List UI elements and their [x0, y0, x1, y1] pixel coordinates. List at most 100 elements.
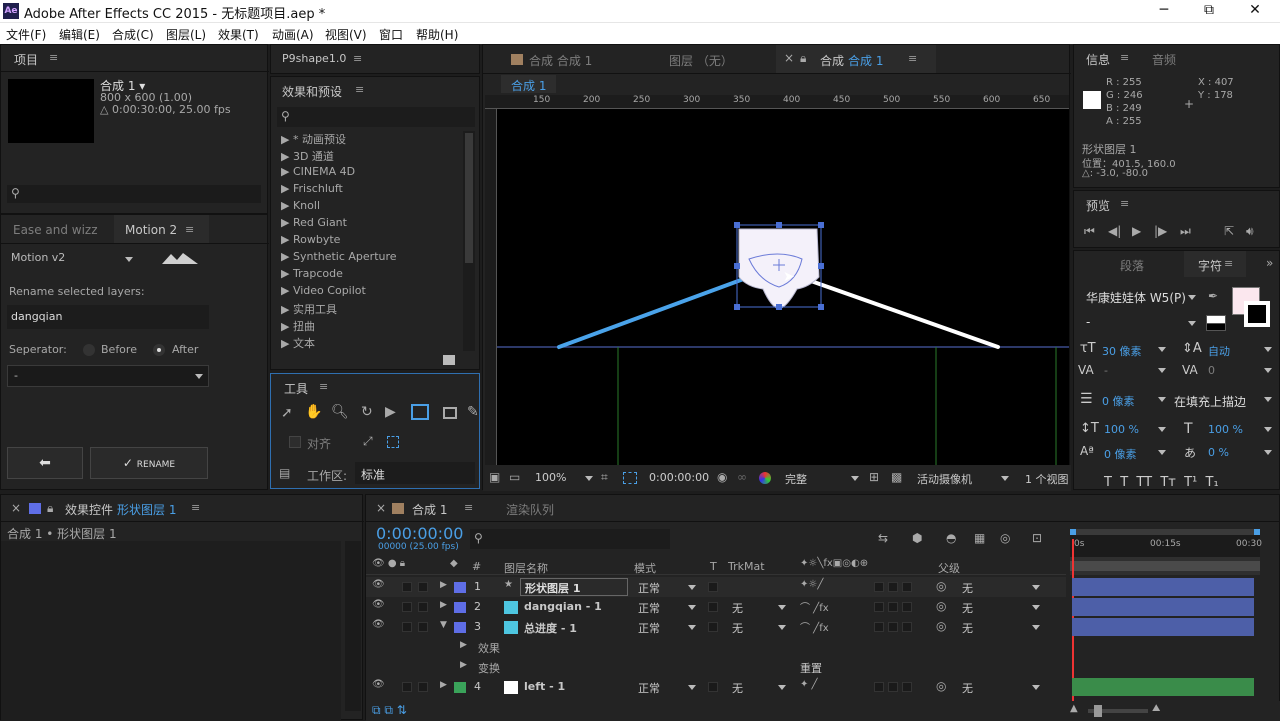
reset-link[interactable]: 重置 [800, 660, 822, 676]
tab-motion2[interactable]: Motion 2 [125, 223, 177, 237]
transform-handle[interactable] [818, 222, 824, 228]
effects-item[interactable]: ▶ * 动画预设 [281, 131, 346, 147]
table-row[interactable]: 👁︎ ▶ 4 left - 1 正常 无 ✦ ╱ ◎ 无 [366, 677, 1066, 697]
switches-icons[interactable]: ⌒ ╱fx [800, 599, 829, 614]
paragraph-tab[interactable]: 段落 [1120, 257, 1144, 274]
menu-icon[interactable]: ≡ [191, 501, 200, 514]
menu-icon[interactable]: ≡ [908, 52, 917, 65]
menu-icon[interactable]: ≡ [185, 223, 194, 236]
baseline-shift-value[interactable]: 0 像素 [1104, 446, 1137, 462]
layer-bar[interactable] [1072, 618, 1254, 636]
selection-tool-icon[interactable]: ➚ [281, 405, 293, 421]
switches-icons[interactable]: ✦ ╱ [800, 679, 818, 690]
close-button[interactable]: ✕ [1245, 2, 1265, 20]
zoom-level[interactable]: 100% [535, 471, 566, 484]
layer-bar[interactable] [1072, 578, 1254, 596]
transform-handle[interactable] [776, 222, 782, 228]
transform-group[interactable]: 变换 [478, 660, 500, 676]
current-timecode[interactable]: 0:00:00:00 [376, 524, 463, 543]
views-select[interactable]: 1 个视图 [1025, 471, 1069, 487]
transform-handle[interactable] [734, 304, 740, 310]
pickwhip-icon[interactable]: ◎ [936, 679, 946, 693]
timeline-search-input[interactable] [470, 529, 670, 549]
draft-3d-icon[interactable]: ⬢ [912, 531, 922, 545]
monitor-icon[interactable]: ▭ [509, 470, 520, 484]
menu-edit[interactable]: 编辑(E) [59, 26, 100, 43]
rename-button[interactable]: ✓ RENAME [90, 447, 208, 479]
expand-arrow-icon[interactable]: ▶ [440, 680, 447, 690]
snap-edge-icon[interactable]: ⤢ [363, 434, 373, 449]
close-icon[interactable]: × [11, 501, 21, 515]
expand-arrow-icon[interactable]: ▶ [460, 660, 467, 670]
p9shape-tab[interactable]: P9shape1.0 [282, 52, 346, 65]
snapshot-toggle-icon[interactable]: ▣ [489, 470, 500, 484]
menu-help[interactable]: 帮助(H) [416, 26, 458, 43]
effect-controls-tab[interactable]: 效果控件 [65, 501, 113, 518]
expand-arrow-icon[interactable]: ▶ [460, 640, 467, 650]
tab-comp-active[interactable]: × 🔒︎ 合成 合成 1 ≡ [776, 45, 936, 73]
effects-item[interactable]: ▶ Red Giant [281, 216, 347, 229]
lock-icon[interactable]: 🔒︎ [47, 501, 53, 516]
expand-icon[interactable]: » [1266, 256, 1273, 270]
snap-feature-icon[interactable] [387, 436, 399, 448]
motion-preset-select[interactable]: Motion v2 [7, 249, 139, 269]
audio-icon[interactable]: 🔊︎ [1246, 224, 1254, 239]
rotate-tool-icon[interactable]: ↻ [361, 404, 373, 420]
effects-scrollbar[interactable] [463, 131, 475, 351]
transform-handle[interactable] [818, 304, 824, 310]
mountains-icon[interactable] [161, 251, 199, 265]
last-frame-icon[interactable]: ⏭ [1180, 224, 1191, 239]
kerning-value[interactable]: - [1104, 364, 1108, 377]
pickwhip-icon[interactable]: ◎ [936, 579, 946, 593]
switches-icons[interactable]: ✦☼╱ [800, 579, 823, 590]
before-radio[interactable] [83, 344, 95, 356]
col-layer-name[interactable]: 图层名称 [504, 560, 548, 576]
eyedropper-icon[interactable]: ✒ [1208, 289, 1218, 303]
table-row[interactable]: 👁︎ ▶ 2 dangqian - 1 正常 无 ⌒ ╱fx ◎ 无 [366, 597, 1066, 617]
layer-name[interactable]: dangqian - 1 [524, 600, 602, 613]
stroke-width-value[interactable]: 0 像素 [1102, 393, 1135, 409]
project-tab[interactable]: 项目 [14, 51, 38, 68]
pen-tool-icon[interactable]: ✎ [467, 404, 479, 420]
effects-group[interactable]: 效果 [478, 640, 500, 656]
eye-icon[interactable]: 👁︎ [372, 619, 385, 630]
rename-name-input[interactable]: dangqian [7, 305, 209, 329]
resolution-select[interactable]: 完整 [785, 471, 807, 487]
project-search-input[interactable] [7, 185, 261, 203]
viewer-time[interactable]: 0:00:00:00 [649, 471, 709, 484]
toggle-switches-icon[interactable]: ⧉ ⧉ ⇅ [372, 703, 407, 718]
transform-handle[interactable] [734, 263, 740, 269]
faux-style-icons[interactable]: T T TT Tт T¹ T₁ [1104, 475, 1219, 490]
info-tab[interactable]: 信息 [1086, 51, 1110, 68]
table-row[interactable]: 👁︎ ▶ 1 ★ 形状图层 1 正常 ✦☼╱ ◎ 无 [366, 577, 1066, 597]
vertical-scale-value[interactable]: 100 % [1104, 423, 1139, 436]
table-row[interactable]: ▶ 效果 [366, 637, 1066, 657]
pickwhip-icon[interactable]: ◎ [936, 619, 946, 633]
roi-icon[interactable]: ⊞ [869, 470, 879, 484]
timeline-tab[interactable]: 合成 1 [412, 501, 447, 518]
time-ruler[interactable]: 0s 00:15s 00:30 [1070, 529, 1262, 557]
switches-icons[interactable]: ⌒ ╱fx [800, 619, 829, 634]
prev-frame-icon[interactable]: ◀| [1108, 224, 1121, 238]
camera-snapshot-icon[interactable]: ◉ [717, 470, 727, 484]
transform-handle[interactable] [776, 304, 782, 310]
menu-icon[interactable]: ≡ [1224, 257, 1233, 270]
effects-item[interactable]: ▶ 文本 [281, 335, 315, 351]
first-frame-icon[interactable]: ⏮ [1084, 224, 1095, 239]
layer-trkmat[interactable]: 无 [732, 600, 743, 616]
tab-ease-and-wizz[interactable]: Ease and wizz [13, 223, 98, 237]
layer-bar[interactable] [1072, 598, 1254, 616]
effects-item[interactable]: ▶ 扭曲 [281, 318, 315, 334]
close-icon[interactable]: × [784, 51, 794, 65]
effects-item[interactable]: ▶ Synthetic Aperture [281, 250, 397, 263]
effects-tab[interactable]: 效果和预设 [282, 83, 342, 100]
menu-animation[interactable]: 动画(A) [272, 26, 314, 43]
tracking-value[interactable]: 0 [1208, 364, 1215, 377]
menu-effect[interactable]: 效果(T) [218, 26, 259, 43]
menu-composition[interactable]: 合成(C) [112, 26, 154, 43]
stroke-color-swatch[interactable] [1244, 301, 1270, 327]
layer-mode[interactable]: 正常 [638, 620, 660, 636]
expand-arrow-icon[interactable]: ▶ [440, 580, 447, 590]
menu-view[interactable]: 视图(V) [325, 26, 367, 43]
transparency-grid-icon[interactable]: ▩ [891, 470, 902, 484]
